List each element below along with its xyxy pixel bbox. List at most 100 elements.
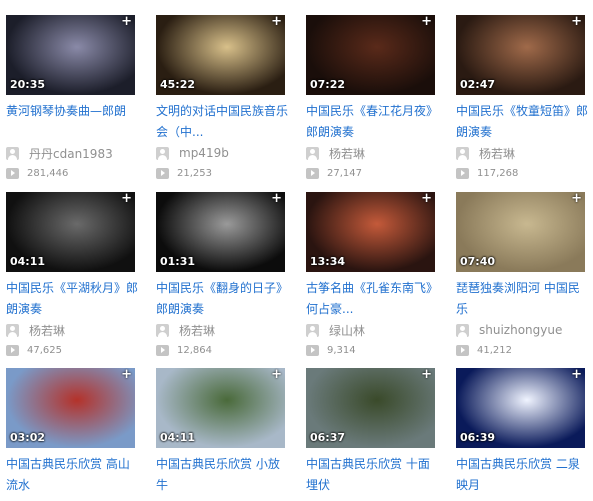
play-count-row: 27,147 xyxy=(306,163,438,183)
video-card[interactable]: 07:40 + 琵琶独奏浏阳河 中国民乐 shuizhongyue 41,212 xyxy=(456,192,588,360)
play-count: 47,625 xyxy=(27,344,62,356)
video-title-link[interactable]: 中国古典民乐欣赏 二泉映月 xyxy=(456,454,588,496)
add-to-playlist-icon[interactable]: + xyxy=(121,192,132,206)
uploader-row: 杨若琳 xyxy=(156,320,288,340)
video-thumbnail[interactable]: 04:11 + xyxy=(156,368,285,448)
play-count: 117,268 xyxy=(477,167,519,179)
uploader-name[interactable]: 杨若琳 xyxy=(179,322,215,339)
video-thumbnail[interactable]: 04:11 + xyxy=(6,192,135,272)
video-card[interactable]: 03:02 + 中国古典民乐欣赏 高山流水 xyxy=(6,368,138,496)
add-to-playlist-icon[interactable]: + xyxy=(421,368,432,382)
video-duration: 03:02 xyxy=(10,431,46,444)
video-title-link[interactable]: 中国古典民乐欣赏 小放牛 xyxy=(156,454,288,496)
video-duration: 20:35 xyxy=(10,78,46,91)
video-card[interactable]: 02:47 + 中国民乐《牧童短笛》郎朗演奏杨若琳 117,268 xyxy=(456,15,588,183)
add-to-playlist-icon[interactable]: + xyxy=(271,15,282,29)
video-duration: 06:37 xyxy=(310,431,346,444)
user-icon xyxy=(156,146,169,160)
user-icon xyxy=(6,146,19,160)
uploader-row: 丹丹cdan1983 xyxy=(6,143,138,163)
play-count: 27,147 xyxy=(327,167,362,179)
video-card[interactable]: 13:34 + 古筝名曲《孔雀东南飞》何占豪... 绿山林 9,314 xyxy=(306,192,438,360)
uploader-row: 绿山林 xyxy=(306,320,438,340)
add-to-playlist-icon[interactable]: + xyxy=(121,368,132,382)
play-count-icon xyxy=(156,167,169,179)
video-duration: 45:22 xyxy=(160,78,196,91)
user-icon xyxy=(6,323,19,337)
play-count: 281,446 xyxy=(27,167,69,179)
video-thumbnail[interactable]: 06:39 + xyxy=(456,368,585,448)
uploader-name[interactable]: 丹丹cdan1983 xyxy=(29,145,113,162)
uploader-name[interactable]: 杨若琳 xyxy=(29,322,65,339)
uploader-name[interactable]: mp419b xyxy=(179,146,229,160)
video-title-link[interactable]: 中国古典民乐欣赏 高山流水 xyxy=(6,454,138,496)
play-count-row: 21,253 xyxy=(156,163,288,183)
video-duration: 04:11 xyxy=(10,255,46,268)
play-count-icon xyxy=(6,167,19,179)
add-to-playlist-icon[interactable]: + xyxy=(571,15,582,29)
uploader-row: shuizhongyue xyxy=(456,320,588,340)
video-card[interactable]: 01:31 + 中国民乐《翻身的日子》郎朗演奏杨若琳 12,864 xyxy=(156,192,288,360)
user-icon xyxy=(306,146,319,160)
add-to-playlist-icon[interactable]: + xyxy=(121,15,132,29)
uploader-row: 杨若琳 xyxy=(306,143,438,163)
video-title-link[interactable]: 中国民乐《翻身的日子》郎朗演奏 xyxy=(156,278,288,320)
user-icon xyxy=(456,323,469,337)
play-count: 9,314 xyxy=(327,344,356,356)
video-thumbnail[interactable]: 13:34 + xyxy=(306,192,435,272)
video-thumbnail[interactable]: 06:37 + xyxy=(306,368,435,448)
play-count-row: 9,314 xyxy=(306,340,438,360)
add-to-playlist-icon[interactable]: + xyxy=(421,15,432,29)
video-thumbnail[interactable]: 07:40 + xyxy=(456,192,585,272)
uploader-name[interactable]: 绿山林 xyxy=(329,322,365,339)
video-title-link[interactable]: 中国古典民乐欣赏 十面埋伏 xyxy=(306,454,438,496)
uploader-name[interactable]: 杨若琳 xyxy=(329,145,365,162)
video-card[interactable]: 07:22 + 中国民乐《春江花月夜》郎朗演奏杨若琳 27,147 xyxy=(306,15,438,183)
video-title-link[interactable]: 黄河钢琴协奏曲—郎朗 xyxy=(6,101,138,143)
uploader-name[interactable]: shuizhongyue xyxy=(479,323,562,337)
video-card[interactable]: 20:35 + 黄河钢琴协奏曲—郎朗丹丹cdan1983 281,446 xyxy=(6,15,138,183)
uploader-row: 杨若琳 xyxy=(456,143,588,163)
add-to-playlist-icon[interactable]: + xyxy=(421,192,432,206)
video-card[interactable]: 04:11 + 中国古典民乐欣赏 小放牛 xyxy=(156,368,288,496)
video-title-link[interactable]: 古筝名曲《孔雀东南飞》何占豪... xyxy=(306,278,438,320)
add-to-playlist-icon[interactable]: + xyxy=(271,192,282,206)
play-count-row: 117,268 xyxy=(456,163,588,183)
play-count-row: 47,625 xyxy=(6,340,138,360)
play-count-row: 281,446 xyxy=(6,163,138,183)
add-to-playlist-icon[interactable]: + xyxy=(571,368,582,382)
video-duration: 13:34 xyxy=(310,255,346,268)
video-thumbnail[interactable]: 07:22 + xyxy=(306,15,435,95)
video-card[interactable]: 06:39 + 中国古典民乐欣赏 二泉映月 xyxy=(456,368,588,496)
play-count: 41,212 xyxy=(477,344,512,356)
video-title-link[interactable]: 中国民乐《春江花月夜》郎朗演奏 xyxy=(306,101,438,143)
video-title-link[interactable]: 中国民乐《牧童短笛》郎朗演奏 xyxy=(456,101,588,143)
play-count-row: 12,864 xyxy=(156,340,288,360)
video-card[interactable]: 45:22 + 文明的对话中国民族音乐会（中... mp419b 21,253 xyxy=(156,15,288,183)
video-title-link[interactable]: 中国民乐《平湖秋月》郎朗演奏 xyxy=(6,278,138,320)
video-title-link[interactable]: 文明的对话中国民族音乐会（中... xyxy=(156,101,288,143)
play-count-icon xyxy=(156,344,169,356)
video-duration: 01:31 xyxy=(160,255,196,268)
user-icon xyxy=(456,146,469,160)
video-thumbnail[interactable]: 01:31 + xyxy=(156,192,285,272)
uploader-row: 杨若琳 xyxy=(6,320,138,340)
video-thumbnail[interactable]: 45:22 + xyxy=(156,15,285,95)
play-count: 21,253 xyxy=(177,167,212,179)
user-icon xyxy=(306,323,319,337)
play-count-icon xyxy=(306,167,319,179)
video-card[interactable]: 04:11 + 中国民乐《平湖秋月》郎朗演奏杨若琳 47,625 xyxy=(6,192,138,360)
video-thumbnail[interactable]: 03:02 + xyxy=(6,368,135,448)
play-count-row: 41,212 xyxy=(456,340,588,360)
video-title-link[interactable]: 琵琶独奏浏阳河 中国民乐 xyxy=(456,278,588,320)
user-icon xyxy=(156,323,169,337)
video-thumbnail[interactable]: 20:35 + xyxy=(6,15,135,95)
add-to-playlist-icon[interactable]: + xyxy=(571,192,582,206)
video-thumbnail[interactable]: 02:47 + xyxy=(456,15,585,95)
add-to-playlist-icon[interactable]: + xyxy=(271,368,282,382)
video-card[interactable]: 06:37 + 中国古典民乐欣赏 十面埋伏 xyxy=(306,368,438,496)
video-duration: 04:11 xyxy=(160,431,196,444)
play-count-icon xyxy=(456,167,469,179)
video-duration: 06:39 xyxy=(460,431,496,444)
uploader-name[interactable]: 杨若琳 xyxy=(479,145,515,162)
